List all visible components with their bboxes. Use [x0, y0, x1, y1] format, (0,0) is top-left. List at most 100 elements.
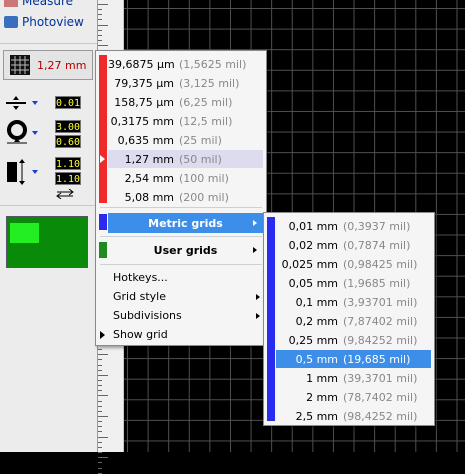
user-grids-item[interactable]: User grids [108, 240, 263, 260]
metric-grids-submenu: 0,01 mm (0,3937 mil) 0,02 mm (0,7874 mil) 0,… [263, 212, 435, 426]
via-dropdown-icon[interactable] [32, 131, 38, 135]
pad-width-field[interactable]: 1.10 [55, 157, 81, 170]
ruler-tick [98, 452, 102, 454]
grid-mm-value: 158,75 µm [114, 95, 174, 109]
ruler-tick [98, 436, 108, 438]
ruler-tick [98, 9, 102, 11]
ruler-tick [98, 359, 102, 361]
photoview-tool[interactable]: Photoview [4, 15, 84, 29]
grid-mil-value: (19,685 mil) [343, 352, 411, 366]
grid-mm-value: 0,635 mm [117, 133, 174, 147]
grid-mil-value: (9,84252 mil) [343, 333, 418, 347]
metric-grid-option[interactable]: 39,6875 µm (1,5625 mil) [108, 55, 263, 73]
grid-mm-value: 0,025 mm [281, 257, 338, 271]
metric-grids-item[interactable]: Metric grids [108, 213, 263, 233]
grid-mm-value: 0,05 mm [288, 276, 338, 290]
metric-grid-option[interactable]: 1,27 mm (50 mil) [108, 150, 263, 168]
pad-icon [7, 159, 25, 185]
metric-grid-option[interactable]: 5,08 mm (200 mil) [108, 188, 263, 206]
grid-mil-value: (12,5 mil) [179, 114, 233, 128]
grid-icon [10, 55, 30, 75]
grid-mm-value: 0,5 mm [295, 352, 338, 366]
metric-grid-option[interactable]: 158,75 µm (6,25 mil) [108, 93, 263, 111]
submenu-grid-option[interactable]: 1 mm (39,3701 mil) [276, 369, 431, 387]
submenu-grid-option[interactable]: 0,05 mm (1,9685 mil) [276, 274, 431, 292]
ruler-tick [98, 364, 102, 366]
submenu-grid-option[interactable]: 0,25 mm (9,84252 mil) [276, 331, 431, 349]
track-width-dropdown-icon[interactable] [32, 101, 38, 105]
ruler-tick [98, 405, 102, 407]
metric-grid-option[interactable]: 2,54 mm (100 mil) [108, 169, 263, 187]
grid-size-button[interactable]: 1,27 mm [3, 50, 93, 80]
hotkeys-item[interactable]: Hotkeys... [113, 269, 168, 287]
via-outer-field[interactable]: 3.00 [55, 120, 81, 133]
swap-icon[interactable] [55, 189, 75, 199]
metric-grids-strip [99, 214, 107, 230]
submenu-grid-option[interactable]: 0,025 mm (0,98425 mil) [276, 255, 431, 273]
ruler-tick [98, 421, 102, 423]
current-grid-marker-icon [100, 155, 105, 163]
ruler-tick [98, 416, 108, 417]
photoview-icon [4, 16, 18, 28]
measure-icon [4, 0, 18, 7]
ruler-tick [98, 395, 108, 397]
ruler-tick [98, 472, 102, 474]
grid-mm-value: 0,3175 mm [110, 114, 174, 128]
user-grids-label: User grids [153, 243, 218, 257]
show-grid-item[interactable]: Show grid [113, 326, 168, 344]
grid-mm-value: 0,1 mm [295, 295, 338, 309]
grid-style-item[interactable]: Grid style [113, 288, 166, 306]
layer-selection [10, 223, 39, 243]
subdivisions-item[interactable]: Subdivisions [113, 307, 182, 325]
track-width-field[interactable]: 0.01 [55, 96, 81, 109]
submenu-grid-option[interactable]: 0,5 mm (19,685 mil) [276, 350, 431, 368]
ruler-tick [98, 29, 102, 31]
grid-mil-value: (50 mil) [179, 152, 222, 166]
pad-dropdown-icon[interactable] [32, 170, 38, 174]
menu-separator [100, 207, 262, 208]
metric-grid-option[interactable]: 0,635 mm (25 mil) [108, 131, 263, 149]
submenu-grid-option[interactable]: 2 mm (78,7402 mil) [276, 388, 431, 406]
submenu-grid-option[interactable]: 0,01 mm (0,3937 mil) [276, 217, 431, 235]
layer-preview[interactable] [6, 216, 88, 268]
metric-grid-option[interactable]: 79,375 µm (3,125 mil) [108, 74, 263, 92]
track-width-icon [6, 96, 26, 110]
grid-mil-value: (100 mil) [179, 171, 229, 185]
grid-mil-value: (78,7402 mil) [343, 390, 418, 404]
grid-popup-menu: Metric grids User grids Hotkeys... Grid … [95, 50, 267, 346]
ruler-tick [98, 40, 102, 42]
measure-tool[interactable]: Measure [4, 0, 73, 8]
grid-mil-value: (0,7874 mil) [343, 238, 411, 252]
submenu-grid-option[interactable]: 0,1 mm (3,93701 mil) [276, 293, 431, 311]
grid-mm-value: 79,375 µm [114, 76, 174, 90]
ruler-tick [98, 390, 102, 392]
ruler-tick [98, 400, 102, 402]
divider [0, 205, 97, 206]
metric-strip [99, 55, 107, 203]
via-inner-field[interactable]: 0.60 [55, 135, 81, 148]
grid-mil-value: (0,98425 mil) [343, 257, 418, 271]
grid-mm-value: 0,2 mm [295, 314, 338, 328]
pad-height-field[interactable]: 1.10 [55, 172, 81, 185]
ruler-tick [98, 446, 102, 448]
ruler-tick [98, 369, 102, 371]
tool-panel: Measure Photoview 1,27 mm 0.01 3.00 0.60 [0, 0, 97, 452]
grid-mm-value: 0,02 mm [288, 238, 338, 252]
ruler-tick [98, 467, 102, 469]
submenu-grid-option[interactable]: 0,2 mm (7,87402 mil) [276, 312, 431, 330]
grid-mm-value: 5,08 mm [124, 190, 174, 204]
grid-mil-value: (1,5625 mil) [179, 57, 247, 71]
metric-grid-option[interactable]: 0,3175 mm (12,5 mil) [108, 112, 263, 130]
ruler-tick [98, 374, 108, 376]
submenu-grid-option[interactable]: 2,5 mm (98,4252 mil) [276, 407, 431, 425]
grid-mm-value: 2,54 mm [124, 171, 174, 185]
ruler-tick [98, 462, 102, 464]
grid-mil-value: (98,4252 mil) [343, 409, 418, 423]
submenu-arrow-icon [253, 220, 257, 226]
grid-mm-value: 39,6875 µm [108, 57, 175, 71]
via-icon [7, 120, 27, 144]
submenu-grid-option[interactable]: 0,02 mm (0,7874 mil) [276, 236, 431, 254]
menu-separator [100, 264, 262, 265]
ruler-tick [98, 19, 102, 21]
menu-separator [100, 236, 262, 237]
